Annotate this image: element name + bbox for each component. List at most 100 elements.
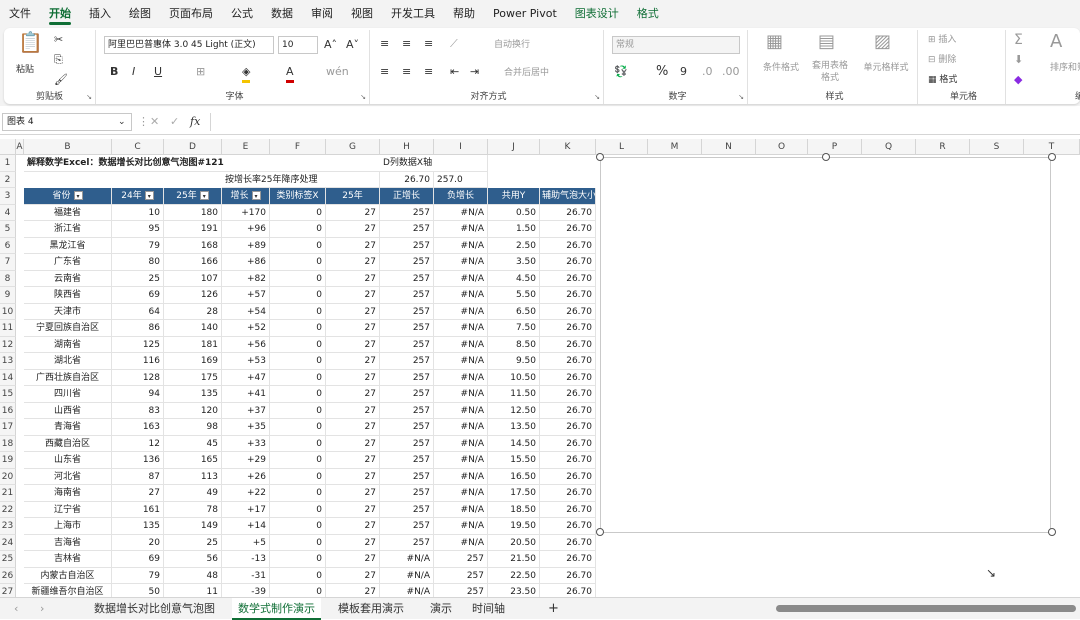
- row-header[interactable]: 1: [0, 155, 16, 172]
- table-cell[interactable]: #N/A: [434, 501, 488, 518]
- table-cell[interactable]: 107: [164, 270, 222, 287]
- row-header[interactable]: 15: [0, 386, 16, 403]
- sort-filter-button[interactable]: 排序和筛选: [1050, 60, 1080, 76]
- table-cell[interactable]: 125: [112, 336, 164, 353]
- table-header-cell[interactable]: 辅助气泡大小: [540, 188, 596, 205]
- table-cell[interactable]: 0: [270, 386, 326, 403]
- table-cell[interactable]: 27: [326, 468, 380, 485]
- column-header[interactable]: R: [916, 139, 970, 155]
- table-cell[interactable]: 26.70: [540, 237, 596, 254]
- axis-note-cell[interactable]: D列数据X轴: [380, 155, 488, 172]
- table-cell[interactable]: 28: [164, 303, 222, 320]
- column-header[interactable]: J: [488, 139, 540, 155]
- comma-icon[interactable]: 9: [680, 64, 687, 80]
- table-cell[interactable]: 15.50: [488, 452, 540, 469]
- table-cell[interactable]: 26.70: [540, 287, 596, 304]
- table-cell[interactable]: 27: [326, 534, 380, 551]
- table-cell[interactable]: 180: [164, 204, 222, 221]
- value-cell[interactable]: 257.0: [434, 171, 488, 188]
- sort-filter-icon[interactable]: A: [1050, 33, 1062, 51]
- table-cell[interactable]: +14: [222, 518, 270, 535]
- sheet-tab[interactable]: 演示: [424, 598, 458, 620]
- table-cell[interactable]: 27: [326, 402, 380, 419]
- prev-sheet-icon[interactable]: ‹: [14, 601, 18, 617]
- table-cell[interactable]: +86: [222, 254, 270, 271]
- menu-tab[interactable]: 数据: [262, 0, 302, 28]
- name-box[interactable]: 图表 4: [2, 113, 132, 131]
- table-cell[interactable]: 16.50: [488, 468, 540, 485]
- menu-tab[interactable]: 视图: [342, 0, 382, 28]
- row-header[interactable]: 17: [0, 419, 16, 436]
- font-name-select[interactable]: 阿里巴巴普惠体 3.0 45 Light (正文): [104, 36, 274, 54]
- table-cell[interactable]: +54: [222, 303, 270, 320]
- table-cell[interactable]: 25: [112, 270, 164, 287]
- table-header-cell[interactable]: 省份 ▾: [24, 188, 112, 205]
- column-header[interactable]: S: [970, 139, 1024, 155]
- row-header[interactable]: 20: [0, 468, 16, 485]
- table-cell[interactable]: 0: [270, 567, 326, 584]
- table-cell[interactable]: 163: [112, 419, 164, 436]
- table-cell[interactable]: +47: [222, 369, 270, 386]
- table-cell[interactable]: #N/A: [434, 320, 488, 337]
- table-cell[interactable]: 48: [164, 567, 222, 584]
- table-header-cell[interactable]: 25年 ▾: [164, 188, 222, 205]
- cell-style-button[interactable]: 单元格样式: [856, 60, 916, 76]
- table-cell[interactable]: 120: [164, 402, 222, 419]
- table-cell[interactable]: 11.50: [488, 386, 540, 403]
- table-cell[interactable]: 257: [380, 320, 434, 337]
- table-cell[interactable]: 山东省: [24, 452, 112, 469]
- format-button[interactable]: ▦ 格式: [928, 72, 957, 88]
- table-cell[interactable]: #N/A: [434, 468, 488, 485]
- column-header[interactable]: B: [24, 139, 112, 155]
- table-cell[interactable]: 福建省: [24, 204, 112, 221]
- table-format-button[interactable]: 套用表格格式: [808, 60, 852, 84]
- fill-color-icon[interactable]: ◈: [242, 64, 251, 83]
- paste-button[interactable]: 粘贴: [16, 62, 34, 78]
- table-cell[interactable]: 1.50: [488, 221, 540, 238]
- sheet-tab[interactable]: 数学式制作演示: [232, 598, 321, 620]
- table-cell[interactable]: 79: [112, 567, 164, 584]
- table-cell[interactable]: 257: [380, 369, 434, 386]
- table-cell[interactable]: 113: [164, 468, 222, 485]
- column-header[interactable]: I: [434, 139, 488, 155]
- table-cell[interactable]: 0: [270, 468, 326, 485]
- table-header-cell[interactable]: 正增长: [380, 188, 434, 205]
- table-cell[interactable]: 257: [380, 336, 434, 353]
- table-cell[interactable]: 27: [326, 221, 380, 238]
- column-header[interactable]: G: [326, 139, 380, 155]
- row-header[interactable]: 6: [0, 237, 16, 254]
- row-header[interactable]: 7: [0, 254, 16, 271]
- table-cell[interactable]: 0.50: [488, 204, 540, 221]
- table-cell[interactable]: +29: [222, 452, 270, 469]
- table-cell[interactable]: +41: [222, 386, 270, 403]
- column-header[interactable]: O: [756, 139, 808, 155]
- underline-icon[interactable]: U: [154, 64, 162, 80]
- table-cell[interactable]: 27: [326, 353, 380, 370]
- table-cell[interactable]: 吉林省: [24, 551, 112, 568]
- table-cell[interactable]: #N/A: [434, 369, 488, 386]
- filter-dropdown-icon[interactable]: ▾: [251, 191, 261, 200]
- table-cell[interactable]: #N/A: [434, 386, 488, 403]
- table-cell[interactable]: 0: [270, 435, 326, 452]
- table-header-cell[interactable]: 共用Y: [488, 188, 540, 205]
- table-cell[interactable]: 23.50: [488, 584, 540, 597]
- table-cell[interactable]: 257: [380, 353, 434, 370]
- accounting-icon[interactable]: 💱: [614, 64, 628, 80]
- menu-tab[interactable]: 开发工具: [382, 0, 444, 28]
- table-cell[interactable]: 27: [326, 287, 380, 304]
- table-cell[interactable]: 新疆维吾尔自治区: [24, 584, 112, 597]
- table-cell[interactable]: #N/A: [434, 452, 488, 469]
- table-cell[interactable]: 140: [164, 320, 222, 337]
- table-cell[interactable]: 12: [112, 435, 164, 452]
- table-cell[interactable]: 湖北省: [24, 353, 112, 370]
- row-header[interactable]: 27: [0, 584, 16, 597]
- table-cell[interactable]: 26.70: [540, 254, 596, 271]
- column-header[interactable]: A: [16, 139, 24, 155]
- table-cell[interactable]: 0: [270, 485, 326, 502]
- table-cell[interactable]: 161: [112, 501, 164, 518]
- delete-button[interactable]: ⊟ 删除: [928, 52, 956, 68]
- table-cell[interactable]: 26.70: [540, 402, 596, 419]
- table-format-icon[interactable]: ▤: [818, 33, 835, 51]
- column-header[interactable]: C: [112, 139, 164, 155]
- align-top-icon[interactable]: ≡: [380, 36, 389, 52]
